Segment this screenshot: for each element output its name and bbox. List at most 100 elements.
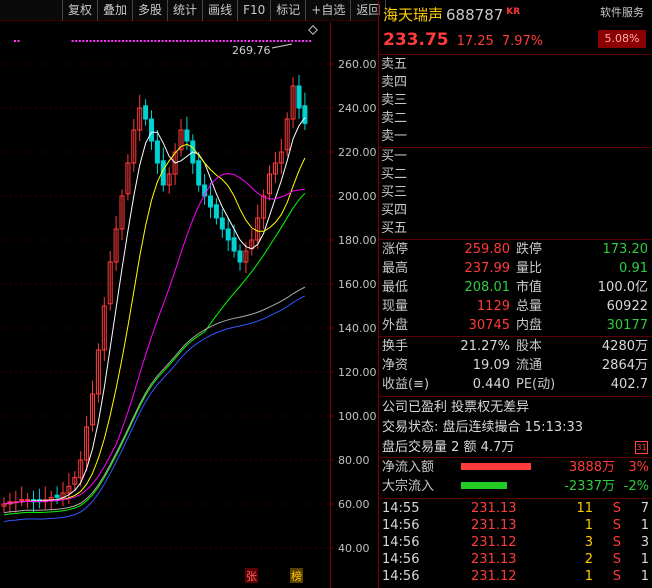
quote-label: 最低 <box>382 280 409 295</box>
high-price-label: 269.76 <box>232 44 271 57</box>
industry-label[interactable]: 软件服务 <box>596 6 648 20</box>
candlestick-chart[interactable]: 260.00 240.00 220.00 200.00 180.00 160.00 140.… <box>0 22 378 588</box>
quote-row: 现量 1129 总量 60922 <box>379 297 652 316</box>
divider <box>379 147 652 148</box>
event-marker <box>284 40 286 42</box>
event-marker <box>14 40 16 42</box>
tick-time: 14:56 <box>382 569 420 584</box>
event-marker <box>201 40 204 42</box>
event-marker <box>258 40 261 42</box>
toolbar-overlay-button[interactable]: 叠加 <box>98 0 134 21</box>
tick-vol: 2 <box>584 552 593 567</box>
event-marker <box>78 40 81 42</box>
candle-body <box>231 237 237 252</box>
candle-body <box>237 250 243 263</box>
quote-value: 173.20 <box>602 242 649 257</box>
quote-label: 股本 <box>516 339 543 354</box>
orderbook-sell-5: 卖五 <box>381 57 408 72</box>
tick-cnt: 7 <box>640 501 649 516</box>
quote-row: 最低 208.01 市值 100.0亿 <box>379 278 652 297</box>
flow-value: -2337万 <box>564 479 615 494</box>
tick-cnt: 1 <box>640 569 649 584</box>
event-marker <box>287 40 290 42</box>
toolbar-stats-button[interactable]: 统计 <box>168 0 204 21</box>
event-marker <box>17 40 20 42</box>
quote-panel: 海天瑞声 688787 KR 软件服务 5.08% 233.75 17.25 7… <box>378 0 652 588</box>
quote-value: 30177 <box>606 318 648 333</box>
stock-code: 688787 <box>446 6 504 24</box>
candle-body <box>154 140 160 164</box>
y-tick-label: 60.00 <box>338 498 370 511</box>
candle-body <box>213 204 219 219</box>
y-tick-label: 260.00 <box>338 58 377 71</box>
block-inflow-row: 大宗流入 -2337万 -2% <box>379 477 652 496</box>
orderbook-buy-1: 买一 <box>381 149 408 164</box>
flow-pct: 3% <box>628 460 649 475</box>
after-hours-volume: 盘后交易量 2 额 4.7万 <box>382 440 515 455</box>
event-marker <box>276 40 279 42</box>
kr-badge: KR <box>506 7 521 17</box>
tick-price: 231.12 <box>471 569 517 584</box>
tick-price: 231.12 <box>471 535 517 550</box>
event-marker <box>158 40 160 42</box>
flow-label: 大宗流入 <box>382 479 435 494</box>
toolbar-add-watchlist-button[interactable]: +自选 <box>306 0 352 21</box>
quote-label: 外盘 <box>382 318 409 333</box>
y-tick-label: 220.00 <box>338 146 377 159</box>
candle-body <box>208 195 213 208</box>
candle-body <box>196 160 202 186</box>
tick-price: 231.13 <box>471 518 517 533</box>
tick-vol: 3 <box>584 535 593 550</box>
quote-value: 0.440 <box>472 377 510 392</box>
quote-row: 涨停 259.80 跌停 173.20 <box>379 240 652 259</box>
candle-body <box>225 228 231 241</box>
divider <box>379 54 652 55</box>
candle-body <box>302 105 308 124</box>
event-marker <box>122 40 124 42</box>
diamond-icon <box>308 25 318 35</box>
toolbar-f10-button[interactable]: F10 <box>238 0 272 21</box>
event-marker <box>75 40 78 42</box>
tick-vol: 1 <box>584 518 593 533</box>
stock-name: 海天瑞声 <box>383 6 444 24</box>
event-marker <box>93 40 96 42</box>
tick-row: 14:56 231.12 1 S 1 <box>379 568 652 585</box>
event-marker <box>125 40 128 42</box>
company-profit-info: 公司已盈利 投票权无差异 <box>382 400 530 415</box>
event-marker <box>183 40 186 42</box>
event-marker <box>161 40 164 42</box>
event-marker <box>179 40 182 42</box>
quote-value: 19.09 <box>472 358 510 373</box>
orderbook-buy-5: 买五 <box>381 221 408 236</box>
kline-svg[interactable]: 260.00 240.00 220.00 200.00 180.00 160.00 140.… <box>0 22 378 588</box>
tick-row: 14:56 231.13 2 S 1 <box>379 551 652 568</box>
orderbook-buy-3: 买三 <box>381 185 408 200</box>
event-marker <box>71 40 74 42</box>
flow-label: 净流入额 <box>382 460 435 475</box>
divider <box>379 498 652 499</box>
quote-value: 237.99 <box>464 261 511 276</box>
event-marker <box>114 40 117 42</box>
tick-time: 14:56 <box>382 518 420 533</box>
event-marker <box>230 40 232 42</box>
quote-row: 收益(≡) 0.440 PE(动) 402.7 <box>379 375 652 394</box>
event-marker <box>197 40 200 42</box>
event-marker <box>208 40 211 42</box>
orderbook-sell-1: 卖一 <box>381 129 408 144</box>
event-marker <box>222 40 225 42</box>
toolbar-mark-button[interactable]: 标记 <box>271 0 307 21</box>
toolbar-multi-stock-button[interactable]: 多股 <box>133 0 169 21</box>
toolbar-draw-line-button[interactable]: 画线 <box>203 0 239 21</box>
event-marker <box>100 40 103 42</box>
quote-label: 内盘 <box>516 318 543 333</box>
toolbar-fuquan-button[interactable]: 复权 <box>62 0 99 21</box>
candle-body <box>184 129 190 142</box>
event-marker <box>172 40 175 42</box>
y-tick-label: 180.00 <box>338 234 377 247</box>
event-marker <box>255 40 258 42</box>
quote-label: 跌停 <box>516 242 543 257</box>
y-tick-label: 140.00 <box>338 322 377 335</box>
event-marker <box>118 40 121 42</box>
calendar-icon[interactable]: 31 <box>635 441 648 454</box>
quote-label: 量比 <box>516 261 543 276</box>
